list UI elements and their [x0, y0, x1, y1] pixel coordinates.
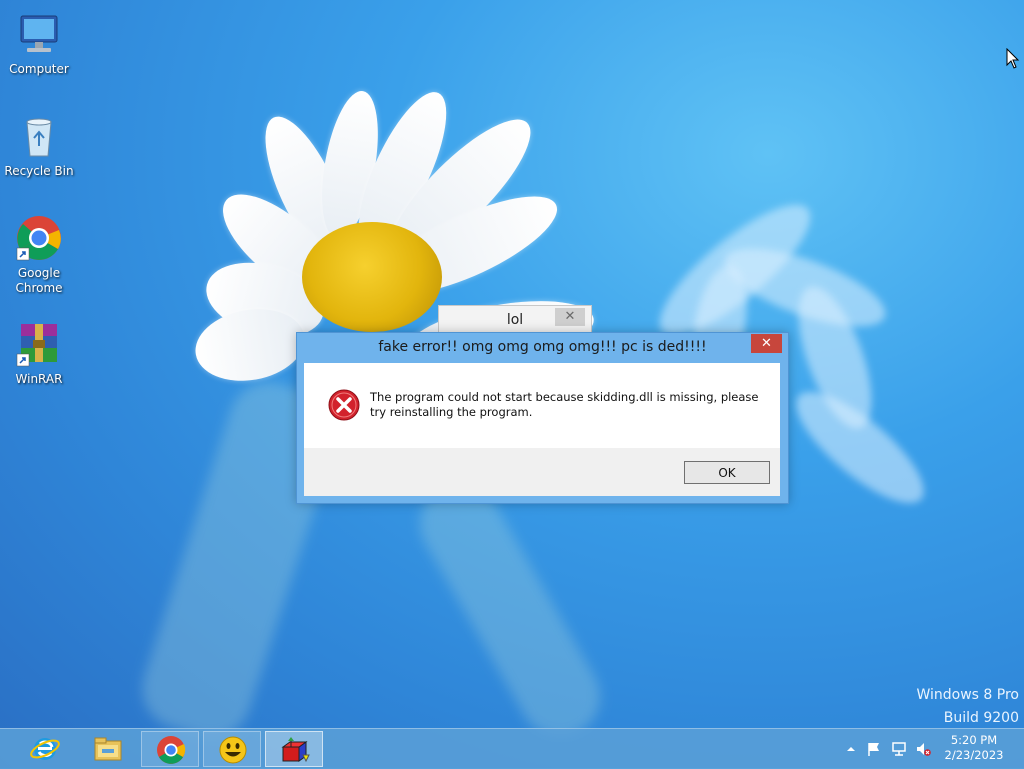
desktop-icon-label: WinRAR [15, 372, 63, 386]
taskbar-button-chrome[interactable] [141, 731, 199, 767]
cube-app-icon [279, 735, 311, 765]
chrome-icon [155, 735, 187, 765]
taskbar-button-smiley-app[interactable] [203, 731, 261, 767]
close-icon: ✕ [761, 336, 772, 351]
mouse-cursor-icon [1006, 47, 1020, 74]
taskbar-clock[interactable]: 5:20 PM 2/23/2023 [936, 733, 1012, 763]
taskbar-button-internet-explorer[interactable] [16, 731, 74, 767]
taskbar-button-file-explorer[interactable] [79, 731, 137, 767]
close-button[interactable]: ✕ [555, 308, 585, 326]
dialog-close-button[interactable]: ✕ [751, 334, 782, 353]
desktop-icon-label: Google Chrome [15, 266, 63, 295]
taskbar [0, 728, 1024, 769]
smiley-app-icon [217, 735, 249, 765]
internet-explorer-icon [29, 734, 61, 764]
file-explorer-icon [92, 734, 124, 764]
computer-icon [15, 10, 63, 58]
volume-muted-icon[interactable] [915, 741, 931, 757]
show-hidden-icons-icon[interactable] [843, 741, 859, 757]
network-icon[interactable] [891, 741, 907, 757]
error-message: The program could not start because skid… [370, 390, 759, 419]
dialog-footer: OK [304, 448, 780, 496]
desktop-icon-label: Recycle Bin [4, 164, 74, 178]
desktop-icon-winrar[interactable]: WinRAR [1, 320, 77, 387]
desktop-icon-computer[interactable]: Computer [1, 10, 77, 77]
winrar-icon [15, 320, 63, 368]
clock-date: 2/23/2023 [944, 748, 1004, 762]
recycle-bin-icon [15, 112, 63, 160]
action-center-flag-icon[interactable] [866, 741, 882, 757]
desktop-icon-google-chrome[interactable]: Google Chrome [1, 214, 77, 296]
dialog-title: fake error!! omg omg omg omg!!! pc is de… [378, 339, 707, 355]
error-dialog[interactable]: fake error!! omg omg omg omg!!! pc is de… [296, 332, 789, 504]
taskbar-button-cube-app[interactable] [265, 731, 323, 767]
close-icon: ✕ [564, 309, 576, 324]
desktop-icon-recycle-bin[interactable]: Recycle Bin [1, 112, 77, 179]
windows-watermark: Windows 8 Pro Build 9200 [916, 684, 1019, 730]
desktop-icon-label: Computer [9, 62, 69, 76]
ok-button[interactable]: OK [684, 461, 770, 484]
watermark-edition: Windows 8 Pro [916, 687, 1019, 703]
dialog-body: The program could not start because skid… [304, 363, 780, 496]
error-icon [328, 389, 360, 421]
clock-time: 5:20 PM [950, 733, 998, 747]
watermark-build: Build 9200 [943, 710, 1019, 726]
chrome-icon [15, 214, 63, 262]
